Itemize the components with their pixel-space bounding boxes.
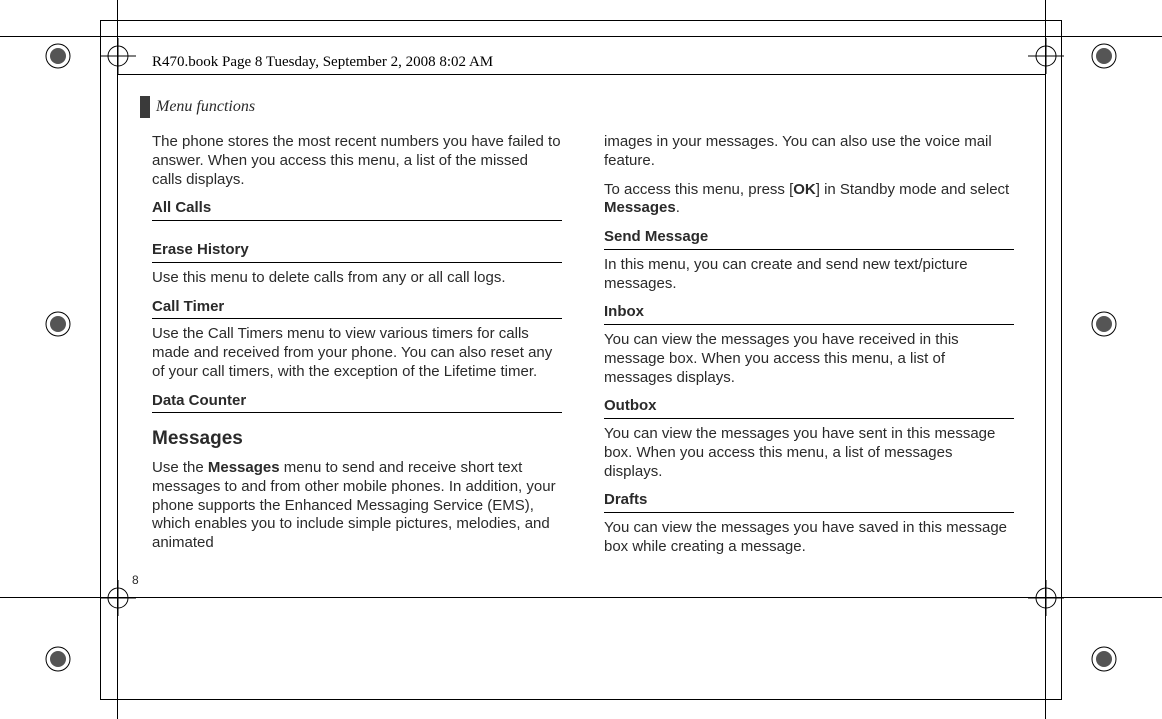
header-rule: [117, 74, 1045, 75]
crosshair-icon: [1028, 38, 1064, 74]
section-marker-icon: [140, 96, 150, 118]
heading-outbox: Outbox: [604, 397, 1014, 419]
heading-all-calls: All Calls: [152, 199, 562, 221]
heading-inbox: Inbox: [604, 303, 1014, 325]
column-left: The phone stores the most recent numbers…: [152, 133, 562, 567]
registration-mark-icon: [44, 310, 72, 338]
send-message-body: In this menu, you can create and send ne…: [604, 256, 1014, 294]
inbox-body: You can view the messages you have recei…: [604, 331, 1014, 387]
access-part1: To access this menu, press [: [604, 181, 793, 198]
access-part3: .: [676, 199, 680, 216]
heading-send-message: Send Message: [604, 228, 1014, 250]
section-title: Menu functions: [156, 98, 255, 116]
heading-data-counter: Data Counter: [152, 392, 562, 414]
text-columns: The phone stores the most recent numbers…: [152, 133, 1052, 567]
access-messages-bold: Messages: [604, 199, 676, 216]
access-paragraph: To access this menu, press [OK] in Stand…: [604, 181, 1014, 219]
crosshair-icon: [100, 580, 136, 616]
registration-mark-icon: [1090, 42, 1118, 70]
continuation-paragraph: images in your messages. You can also us…: [604, 133, 1014, 171]
heading-call-timer: Call Timer: [152, 298, 562, 320]
registration-mark-icon: [1090, 645, 1118, 673]
page-header-timestamp: R470.book Page 8 Tuesday, September 2, 2…: [152, 54, 493, 71]
registration-mark-icon: [1090, 310, 1118, 338]
registration-mark-icon: [44, 645, 72, 673]
call-timer-body: Use the Call Timers menu to view various…: [152, 325, 562, 381]
crosshair-icon: [1028, 580, 1064, 616]
erase-history-body: Use this menu to delete calls from any o…: [152, 269, 562, 288]
heading-messages: Messages: [152, 427, 562, 451]
access-ok-bold: OK: [793, 181, 816, 198]
drafts-body: You can view the messages you have saved…: [604, 519, 1014, 557]
heading-drafts: Drafts: [604, 491, 1014, 513]
column-right: images in your messages. You can also us…: [604, 133, 1014, 567]
access-part2: ] in Standby mode and select: [816, 181, 1009, 198]
intro-paragraph: The phone stores the most recent numbers…: [152, 133, 562, 189]
messages-body-part1: Use the: [152, 459, 208, 476]
messages-body: Use the Messages menu to send and receiv…: [152, 459, 562, 553]
messages-body-bold: Messages: [208, 459, 280, 476]
registration-mark-icon: [44, 42, 72, 70]
outbox-body: You can view the messages you have sent …: [604, 425, 1014, 481]
heading-erase-history: Erase History: [152, 241, 562, 263]
page-number: 8: [132, 573, 139, 587]
crosshair-icon: [100, 38, 136, 74]
